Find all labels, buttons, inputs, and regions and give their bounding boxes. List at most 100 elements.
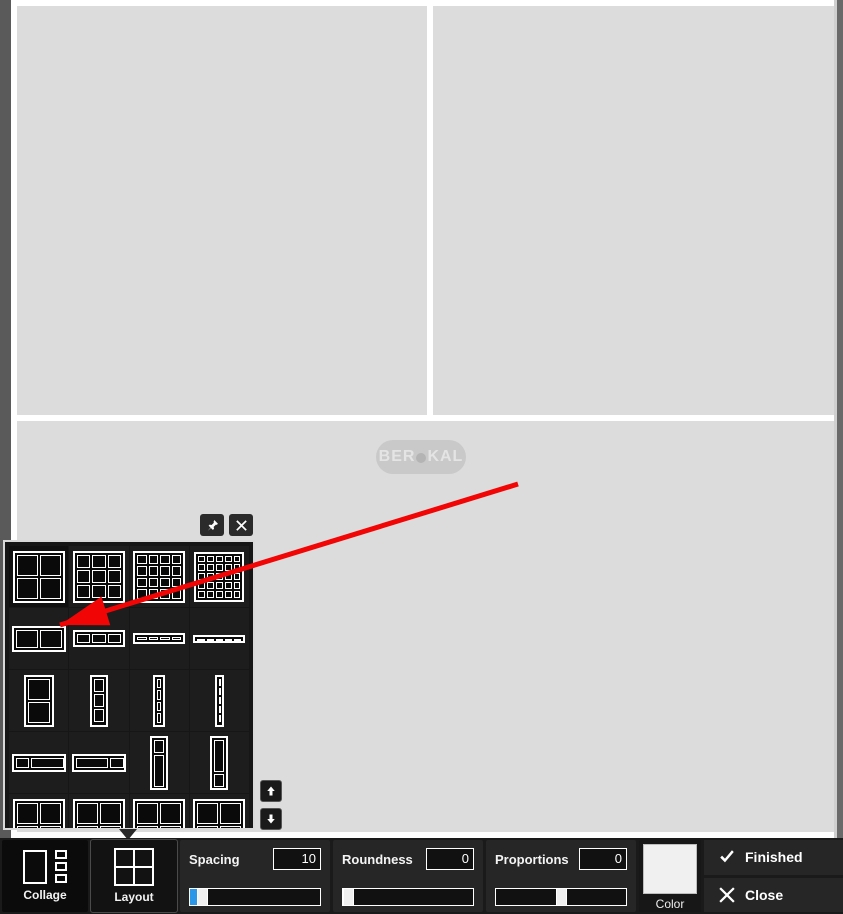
layout-cell — [137, 577, 147, 587]
layout-split-h-31[interactable] — [69, 732, 129, 793]
layout-cell — [207, 581, 214, 589]
proportions-slider-card[interactable]: Proportions 0 — [486, 840, 636, 912]
layout-cell — [99, 825, 121, 828]
roundness-value[interactable]: 0 — [426, 848, 474, 870]
finished-label: Finished — [745, 849, 803, 866]
layout-cell — [214, 773, 225, 788]
layout-cell — [99, 802, 121, 824]
popup-close-button[interactable] — [229, 514, 253, 536]
layout-cell — [224, 555, 232, 563]
layout-cell — [157, 678, 162, 688]
layout-1x5[interactable] — [189, 670, 249, 731]
layout-thumbnail-art — [133, 633, 186, 644]
layout-4x1[interactable] — [129, 608, 189, 669]
proportions-slider-knob[interactable] — [555, 888, 567, 906]
bottom-toolbar[interactable]: Collage Layout Spacing 10 Roundness 0 Pr… — [0, 838, 843, 914]
proportions-value[interactable]: 0 — [579, 848, 627, 870]
roundness-slider-knob[interactable] — [343, 888, 354, 906]
color-picker-button[interactable]: Color — [639, 840, 701, 912]
layout-cell — [171, 566, 182, 576]
layout-cell — [16, 577, 38, 599]
layout-3x3[interactable] — [69, 546, 129, 607]
layout-cell — [137, 637, 147, 640]
layout-cell — [76, 802, 98, 824]
layout-cell — [215, 590, 223, 598]
roundness-slider-card[interactable]: Roundness 0 — [333, 840, 483, 912]
layout-2x1[interactable] — [9, 608, 69, 669]
scroll-down-button[interactable] — [260, 808, 282, 830]
layout-5x5[interactable] — [189, 546, 249, 607]
layout-cell — [154, 755, 165, 788]
layout-split-h-13[interactable] — [9, 732, 69, 793]
layout-cell — [157, 713, 162, 723]
layout-2x2[interactable] — [9, 546, 69, 607]
layout-cell — [148, 566, 159, 576]
layout-grid-icon — [114, 848, 154, 886]
collage-mode-button[interactable]: Collage — [2, 840, 88, 912]
close-button[interactable]: Close — [704, 877, 843, 912]
proportions-slider[interactable] — [495, 888, 627, 906]
layout-3x1[interactable] — [69, 608, 129, 669]
layout-cell — [137, 825, 159, 828]
layout-cell — [198, 564, 206, 572]
layout-2x2-c[interactable] — [69, 794, 129, 828]
layout-4x4[interactable] — [129, 546, 189, 607]
layout-cell — [148, 554, 159, 564]
layout-cell — [92, 554, 106, 568]
layout-thumbnail-art — [72, 630, 125, 647]
layout-1x4[interactable] — [129, 670, 189, 731]
layout-cell — [93, 693, 104, 708]
layout-1x2[interactable] — [9, 670, 69, 731]
cell-top-left[interactable] — [17, 6, 427, 415]
layout-thumbnail-art — [11, 625, 66, 652]
x-icon — [719, 887, 735, 903]
layout-cell — [160, 566, 170, 576]
layout-5x1[interactable] — [189, 608, 249, 669]
layout-cell — [220, 825, 242, 828]
color-swatch[interactable] — [643, 844, 697, 894]
layout-split-v-13[interactable] — [129, 732, 189, 793]
layout-cell — [207, 590, 214, 598]
layout-2x2-d[interactable] — [129, 794, 189, 828]
layout-cell — [233, 581, 241, 589]
layout-mode-button[interactable]: Layout — [90, 839, 178, 913]
layout-thumbnail-art — [133, 550, 186, 603]
layout-thumbnail-art — [150, 735, 169, 790]
layout-thumbnail-art — [210, 735, 229, 790]
layout-2x2-e[interactable] — [189, 794, 249, 828]
spacing-slider[interactable] — [189, 888, 321, 906]
layout-picker-popup[interactable] — [3, 540, 255, 830]
collage-icon — [23, 850, 67, 884]
finished-button[interactable]: Finished — [704, 840, 843, 875]
layout-cell — [75, 757, 109, 768]
layout-cell — [154, 739, 165, 754]
layout-1x3[interactable] — [69, 670, 129, 731]
layout-cell — [148, 577, 159, 587]
layout-cell — [39, 825, 61, 828]
layout-2x2-b[interactable] — [9, 794, 69, 828]
layout-cell — [27, 678, 50, 700]
pin-icon — [207, 519, 218, 531]
scroll-up-button[interactable] — [260, 780, 282, 802]
layout-thumbnail-grid[interactable] — [9, 546, 249, 828]
layout-cell — [218, 687, 221, 695]
spacing-slider-knob[interactable] — [197, 888, 209, 906]
layout-cell — [198, 573, 206, 580]
layout-cell — [107, 569, 121, 584]
spacing-slider-card[interactable]: Spacing 10 — [180, 840, 330, 912]
layout-cell — [137, 802, 159, 824]
layout-thumbnail-art — [193, 634, 246, 643]
cell-top-right[interactable] — [433, 6, 834, 415]
layout-cell — [197, 638, 205, 641]
layout-split-v-31[interactable] — [189, 732, 249, 793]
spacing-value[interactable]: 10 — [273, 848, 321, 870]
pin-button[interactable] — [200, 514, 224, 536]
layout-cell — [92, 634, 106, 643]
layout-cell — [215, 638, 223, 641]
roundness-slider[interactable] — [342, 888, 474, 906]
layout-cell — [16, 554, 38, 576]
layout-thumbnail-art — [89, 674, 108, 727]
layout-cell — [39, 629, 62, 648]
layout-cell — [171, 589, 182, 599]
layout-thumbnail-art — [72, 798, 125, 828]
